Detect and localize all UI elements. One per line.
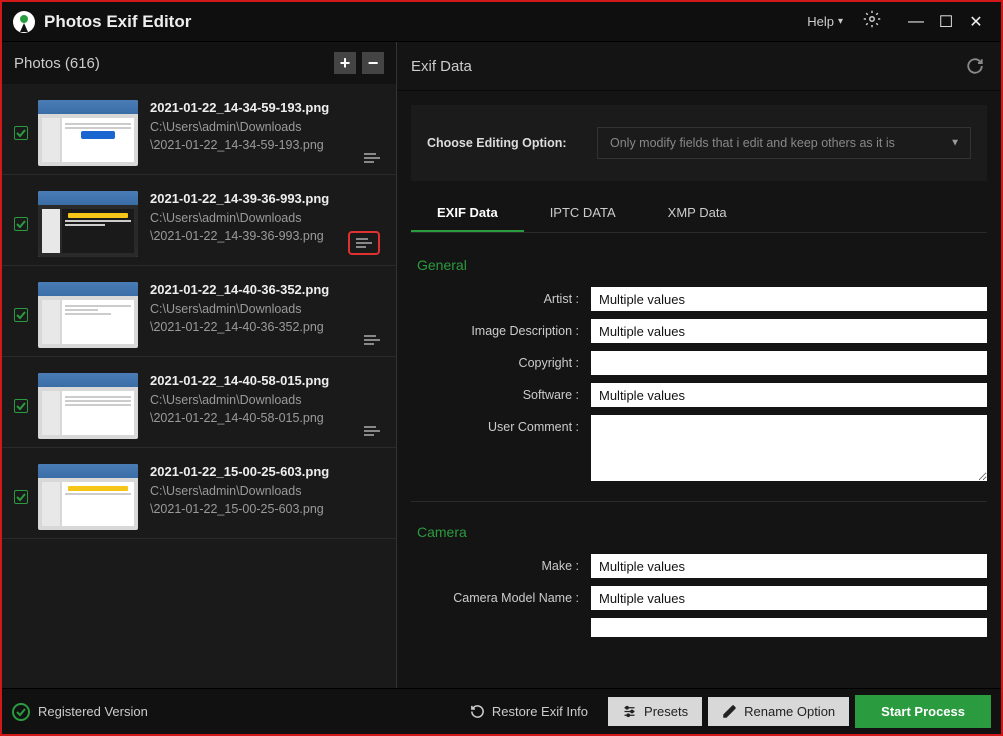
- photo-thumbnail: [38, 191, 138, 257]
- photo-item[interactable]: 2021-01-22_15-00-25-603.png C:\Users\adm…: [2, 448, 396, 539]
- photo-menu-icon[interactable]: [364, 334, 380, 346]
- editing-option-select[interactable]: Only modify fields that i edit and keep …: [597, 127, 971, 159]
- start-process-button[interactable]: Start Process: [855, 695, 991, 728]
- software-label: Software :: [411, 383, 591, 402]
- tab-iptc[interactable]: IPTC DATA: [524, 195, 642, 232]
- chevron-down-icon: ▼: [950, 138, 960, 149]
- photo-filename: 2021-01-22_14-39-36-993.png: [150, 191, 384, 206]
- section-divider: [411, 501, 987, 502]
- photo-filename: 2021-01-22_14-34-59-193.png: [150, 100, 384, 115]
- tab-xmp[interactable]: XMP Data: [642, 195, 753, 232]
- photo-item[interactable]: 2021-01-22_14-34-59-193.png C:\Users\adm…: [2, 84, 396, 175]
- photo-checkbox[interactable]: [14, 126, 28, 140]
- refresh-button[interactable]: [963, 54, 987, 78]
- photo-filename: 2021-01-22_14-40-36-352.png: [150, 282, 384, 297]
- photo-path: C:\Users\admin\Downloads\2021-01-22_14-3…: [150, 119, 384, 154]
- make-input[interactable]: [591, 554, 987, 578]
- photo-filename: 2021-01-22_15-00-25-603.png: [150, 464, 384, 479]
- extra-input[interactable]: [591, 618, 987, 637]
- photos-count: Photos (616): [14, 55, 328, 72]
- editing-option-label: Choose Editing Option:: [427, 136, 597, 150]
- registered-status: Registered Version: [12, 703, 450, 721]
- photo-thumbnail: [38, 464, 138, 530]
- app-logo-icon: [12, 10, 36, 34]
- copyright-label: Copyright :: [411, 351, 591, 370]
- photo-item[interactable]: 2021-01-22_14-39-36-993.png C:\Users\adm…: [2, 175, 396, 266]
- copyright-input[interactable]: [591, 351, 987, 375]
- help-menu[interactable]: Help▾: [807, 14, 843, 29]
- maximize-button[interactable]: ☐: [931, 12, 961, 32]
- restore-exif-button[interactable]: Restore Exif Info: [456, 697, 602, 726]
- software-input[interactable]: [591, 383, 987, 407]
- section-general: General: [417, 257, 987, 273]
- artist-label: Artist :: [411, 287, 591, 306]
- exif-panel-title: Exif Data: [411, 58, 963, 75]
- photo-thumbnail: [38, 373, 138, 439]
- model-input[interactable]: [591, 586, 987, 610]
- photo-menu-icon[interactable]: [364, 152, 380, 164]
- presets-button[interactable]: Presets: [608, 697, 702, 726]
- photo-thumbnail: [38, 282, 138, 348]
- chevron-down-icon: ▾: [838, 16, 843, 27]
- image-description-input[interactable]: [591, 319, 987, 343]
- exif-form[interactable]: General Artist : Image Description : Cop…: [397, 233, 1001, 688]
- app-title: Photos Exif Editor: [44, 12, 807, 32]
- add-photos-button[interactable]: +: [334, 52, 356, 74]
- make-label: Make :: [411, 554, 591, 573]
- settings-gear-icon[interactable]: [863, 10, 881, 33]
- photos-panel: Photos (616) + − 2021-01-22_14-34-59-193…: [2, 42, 397, 688]
- photo-item[interactable]: 2021-01-22_14-40-58-015.png C:\Users\adm…: [2, 357, 396, 448]
- image-description-label: Image Description :: [411, 319, 591, 338]
- photo-menu-icon[interactable]: [348, 231, 380, 255]
- footer-bar: Registered Version Restore Exif Info Pre…: [2, 688, 1001, 734]
- photo-menu-icon[interactable]: [364, 425, 380, 437]
- photo-checkbox[interactable]: [14, 308, 28, 322]
- photo-list[interactable]: 2021-01-22_14-34-59-193.png C:\Users\adm…: [2, 84, 396, 688]
- section-camera: Camera: [417, 524, 987, 540]
- exif-panel: Exif Data Choose Editing Option: Only mo…: [397, 42, 1001, 688]
- photo-thumbnail: [38, 100, 138, 166]
- photo-checkbox[interactable]: [14, 490, 28, 504]
- photo-path: C:\Users\admin\Downloads\2021-01-22_14-4…: [150, 392, 384, 427]
- user-comment-label: User Comment :: [411, 415, 591, 434]
- tab-exif[interactable]: EXIF Data: [411, 195, 524, 232]
- user-comment-input[interactable]: [591, 415, 987, 481]
- photo-path: C:\Users\admin\Downloads\2021-01-22_14-4…: [150, 301, 384, 336]
- photo-checkbox[interactable]: [14, 217, 28, 231]
- photo-checkbox[interactable]: [14, 399, 28, 413]
- check-circle-icon: [12, 703, 30, 721]
- photo-path: C:\Users\admin\Downloads\2021-01-22_15-0…: [150, 483, 384, 518]
- photo-filename: 2021-01-22_14-40-58-015.png: [150, 373, 384, 388]
- minimize-button[interactable]: —: [901, 13, 931, 31]
- close-button[interactable]: ✕: [961, 12, 991, 32]
- editing-option-row: Choose Editing Option: Only modify field…: [411, 105, 987, 181]
- data-tabs: EXIF Data IPTC DATA XMP Data: [411, 195, 987, 233]
- artist-input[interactable]: [591, 287, 987, 311]
- rename-option-button[interactable]: Rename Option: [708, 697, 849, 726]
- title-bar: Photos Exif Editor Help▾ — ☐ ✕: [2, 2, 1001, 42]
- model-label: Camera Model Name :: [411, 586, 591, 605]
- remove-photos-button[interactable]: −: [362, 52, 384, 74]
- photo-item[interactable]: 2021-01-22_14-40-36-352.png C:\Users\adm…: [2, 266, 396, 357]
